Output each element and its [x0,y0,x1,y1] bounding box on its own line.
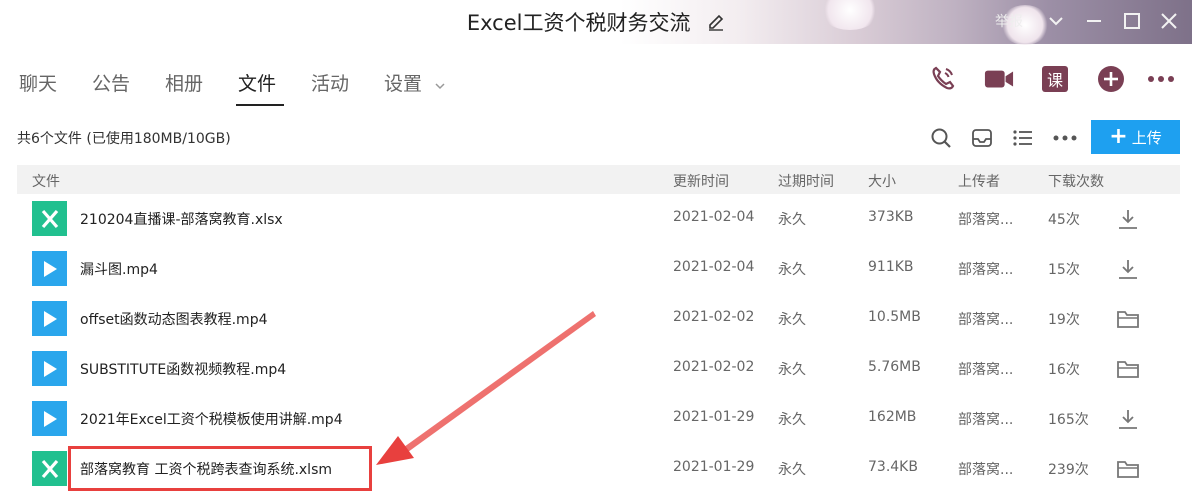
excel-file-icon [32,451,67,486]
file-uploader[interactable]: 部落窝... [958,209,1013,229]
add-icon[interactable] [1096,64,1126,94]
file-uploader[interactable]: 部落窝... [958,459,1013,479]
download-icon[interactable] [1115,256,1141,282]
plus-icon: + [1109,124,1128,149]
file-expires: 永久 [778,412,806,428]
minimize-icon[interactable] [1083,10,1105,32]
file-expires: 永久 [778,312,806,328]
download-icon[interactable] [1115,406,1141,432]
file-name[interactable]: 漏斗图.mp4 [80,259,158,279]
column-header-updated[interactable]: 更新时间 [673,171,729,191]
column-header-file[interactable]: 文件 [32,171,60,191]
file-size: 5.76MB [868,359,921,375]
excel-file-icon [32,201,67,236]
report-button[interactable]: 举报 [995,11,1023,31]
file-uploader[interactable]: 部落窝... [958,359,1013,379]
column-header-downloads[interactable]: 下载次数 [1048,171,1104,191]
file-row[interactable]: 漏斗图.mp4 2021-02-04 永久 911KB 部落窝... 15次 [17,244,1180,294]
phone-icon[interactable] [928,64,958,94]
search-icon[interactable] [929,126,953,150]
column-header-uploader[interactable]: 上传者 [958,171,1000,191]
file-downloads: 165次 [1048,412,1089,428]
column-header-size[interactable]: 大小 [868,171,896,191]
file-updated: 2021-02-04 [673,259,755,275]
course-icon[interactable]: 课 [1040,64,1070,94]
file-downloads: 45次 [1048,212,1080,228]
file-size: 73.4KB [868,459,918,475]
file-name[interactable]: 2021年Excel工资个税模板使用讲解.mp4 [80,409,343,429]
file-expires: 永久 [778,262,806,278]
file-row[interactable]: SUBSTITUTE函数视频教程.mp4 2021-02-02 永久 5.76MB 部落… [17,344,1180,394]
file-table-header: 文件 更新时间 过期时间 大小 上传者 下载次数 [17,165,1180,194]
file-expires: 永久 [778,212,806,228]
file-updated: 2021-02-02 [673,359,755,375]
chevron-down-icon [434,74,446,96]
chevron-down-icon[interactable] [1045,10,1067,32]
upload-label: 上传 [1131,128,1162,147]
course-icon-text: 课 [1042,66,1068,92]
tab-settings[interactable]: 设置 [384,69,446,96]
file-name[interactable]: offset函数动态图表教程.mp4 [80,309,268,329]
video-file-icon [32,401,67,436]
active-tab-indicator [236,104,284,106]
file-size: 10.5MB [868,309,921,325]
title-bar: Excel工资个税财务交流 举报 [0,0,1192,45]
file-size: 911KB [868,259,914,275]
video-icon[interactable] [984,64,1014,94]
tab-album[interactable]: 相册 [165,69,203,96]
file-row[interactable]: 210204直播课-部落窝教育.xlsx 2021-02-04 永久 373KB 部落窝… [17,194,1180,244]
file-expires: 永久 [778,462,806,478]
annotation-highlight-box [68,446,372,491]
inbox-icon[interactable] [970,126,994,150]
group-tabs: 聊天 公告 相册 文件 活动 设置 [0,60,900,108]
more-icon[interactable] [1146,64,1176,94]
video-file-icon [32,251,67,286]
download-icon[interactable] [1115,206,1141,232]
video-file-icon [32,301,67,336]
file-uploader[interactable]: 部落窝... [958,309,1013,329]
file-updated: 2021-01-29 [673,459,755,475]
video-file-icon [32,351,67,386]
tab-settings-label: 设置 [384,73,423,95]
folder-icon[interactable] [1115,356,1141,382]
file-downloads: 19次 [1048,312,1080,328]
file-downloads: 16次 [1048,362,1080,378]
list-view-icon[interactable] [1011,126,1035,150]
file-name[interactable]: 210204直播课-部落窝教育.xlsx [80,209,283,229]
column-header-expires[interactable]: 过期时间 [778,171,834,191]
file-uploader[interactable]: 部落窝... [958,409,1013,429]
file-size: 373KB [868,209,914,225]
folder-icon[interactable] [1115,456,1141,482]
file-downloads: 239次 [1048,462,1089,478]
file-row[interactable]: 2021年Excel工资个税模板使用讲解.mp4 2021-01-29 永久 162M… [17,394,1180,444]
more-options-icon[interactable] [1053,126,1077,150]
upload-button[interactable]: + 上传 [1091,120,1180,154]
file-row[interactable]: offset函数动态图表教程.mp4 2021-02-02 永久 10.5MB 部落窝.… [17,294,1180,344]
file-expires: 永久 [778,362,806,378]
tab-announcements[interactable]: 公告 [92,69,130,96]
edit-pencil-icon[interactable] [707,12,725,36]
maximize-icon[interactable] [1121,10,1143,32]
tab-files[interactable]: 文件 [238,69,276,96]
file-updated: 2021-01-29 [673,409,755,425]
tab-chat[interactable]: 聊天 [19,69,57,96]
file-updated: 2021-02-04 [673,209,755,225]
file-size: 162MB [868,409,917,425]
file-uploader[interactable]: 部落窝... [958,259,1013,279]
folder-icon[interactable] [1115,306,1141,332]
close-icon[interactable] [1158,10,1180,32]
file-downloads: 15次 [1048,262,1080,278]
file-name[interactable]: SUBSTITUTE函数视频教程.mp4 [80,359,286,379]
file-summary: 共6个文件 (已使用180MB/10GB) [17,131,231,147]
file-updated: 2021-02-02 [673,309,755,325]
tab-activities[interactable]: 活动 [311,69,349,96]
